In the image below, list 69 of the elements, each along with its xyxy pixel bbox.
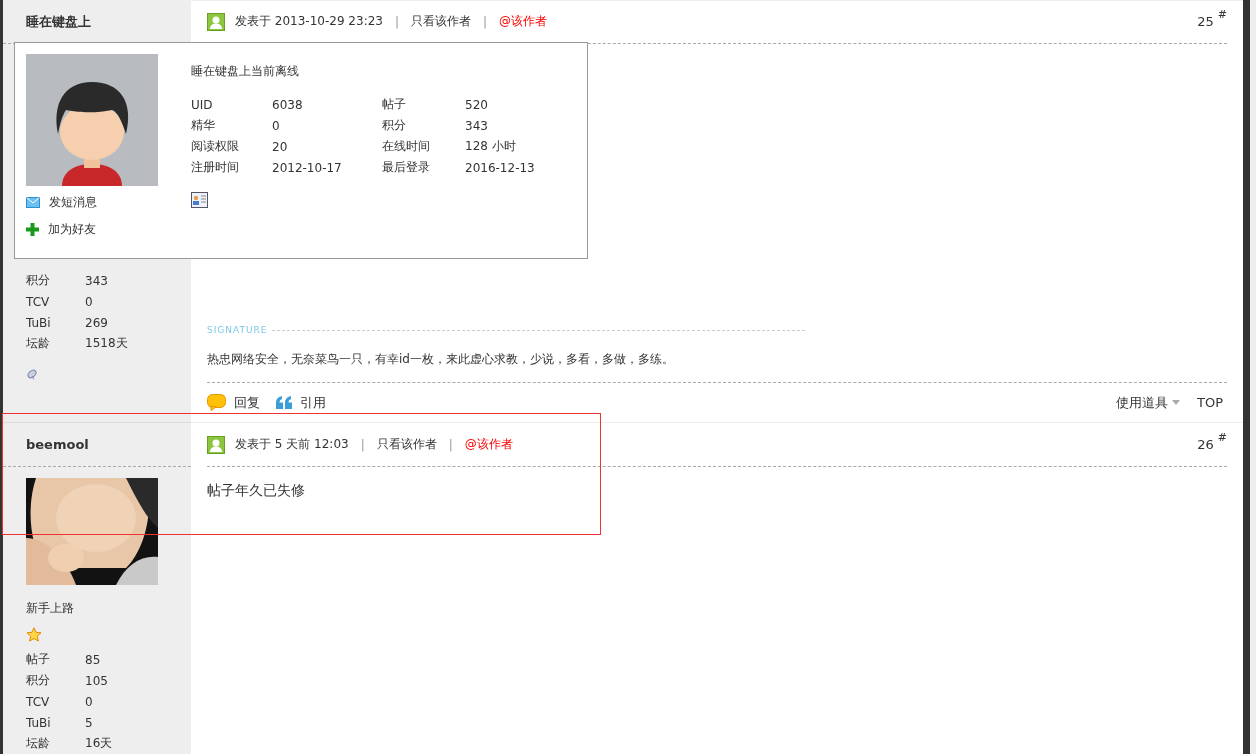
top-link[interactable]: TOP xyxy=(1197,395,1223,411)
star-icon xyxy=(26,626,42,642)
signature-text: 热忠网络安全，无奈菜鸟一只，有幸id一枚，来此虚心求教，少说，多看，多做，多练。 xyxy=(207,350,1227,384)
field-value: 343 xyxy=(465,118,489,133)
floor-mark: # xyxy=(1217,8,1227,22)
user-icon xyxy=(207,435,225,454)
user-rank: 新手上路 xyxy=(26,600,75,616)
stat-label: 积分 xyxy=(26,272,51,290)
quote-icon xyxy=(276,396,292,410)
profile-card-icon[interactable] xyxy=(191,192,208,208)
field-label: 在线时间 xyxy=(382,138,431,155)
author-name[interactable]: beemool xyxy=(3,423,191,467)
author-only-link[interactable]: 只看该作者 xyxy=(376,436,437,453)
tools-menu[interactable]: 使用道具 xyxy=(1116,393,1180,412)
stat-label: 坛龄 xyxy=(26,735,51,752)
field-label: 帖子 xyxy=(382,96,407,113)
stat-label: 积分 xyxy=(26,672,51,689)
floor-number: 25 xyxy=(1197,14,1214,30)
mail-icon xyxy=(26,197,40,208)
stat-value: 0 xyxy=(85,294,93,309)
stat-label: TCV xyxy=(26,694,51,709)
field-label: 最后登录 xyxy=(382,159,431,176)
caret-icon xyxy=(1172,400,1180,406)
separator: | xyxy=(448,437,453,452)
post-body: 帖子年久已失修 xyxy=(207,482,306,500)
separator: | xyxy=(360,437,365,452)
speech-bubble-icon xyxy=(207,394,226,412)
stat-label: 坛龄 xyxy=(26,335,51,353)
stat-value: 85 xyxy=(85,652,101,667)
stat-label: 帖子 xyxy=(26,651,51,668)
field-label: 积分 xyxy=(382,117,407,134)
message-link[interactable]: 发短消息 xyxy=(26,189,158,216)
floor-number: 26 xyxy=(1197,437,1214,452)
stat-value: 0 xyxy=(85,694,93,709)
field-value: 2016-12-13 xyxy=(465,160,536,175)
separator: | xyxy=(483,14,488,29)
post-date: 发表于 5 天前 12:03 xyxy=(235,436,349,453)
field-value: 128 小时 xyxy=(465,138,517,155)
signature-label: SIGNATURE xyxy=(207,325,268,336)
stat-value: 343 xyxy=(85,273,108,288)
user-icon xyxy=(207,12,225,31)
floor-mark: # xyxy=(1217,431,1227,444)
stat-value: 1518天 xyxy=(85,335,128,353)
stat-label: TuBi xyxy=(26,315,52,330)
field-value: 20 xyxy=(272,139,289,154)
quote-link[interactable]: 引用 xyxy=(276,393,326,412)
mention-link[interactable]: @该作者 xyxy=(464,436,513,453)
stat-label: TuBi xyxy=(26,715,52,730)
stat-value: 269 xyxy=(85,315,108,330)
field-label: UID xyxy=(191,97,214,112)
field-value: 0 xyxy=(272,118,281,133)
stat-value: 5 xyxy=(85,715,93,730)
stat-label: TCV xyxy=(26,294,51,309)
plus-icon xyxy=(26,223,39,236)
stat-value: 16天 xyxy=(85,735,113,752)
field-value: 2012-10-17 xyxy=(272,160,343,175)
field-label: 注册时间 xyxy=(191,159,240,176)
reply-link[interactable]: 回复 xyxy=(207,393,260,412)
field-label: 精华 xyxy=(191,117,216,134)
profile-title: 睡在键盘上当前离线 xyxy=(191,63,300,80)
add-friend-link[interactable]: 加为好友 xyxy=(26,216,158,243)
stat-value: 105 xyxy=(85,673,108,688)
field-value: 520 xyxy=(465,97,489,112)
separator: | xyxy=(394,14,399,29)
author-only-link[interactable]: 只看该作者 xyxy=(411,13,471,31)
field-label: 阅读权限 xyxy=(191,138,240,155)
post-date: 发表于 2013-10-29 23:23 xyxy=(235,13,383,31)
field-value: 6038 xyxy=(272,97,304,112)
mention-link[interactable]: @该作者 xyxy=(499,13,548,31)
